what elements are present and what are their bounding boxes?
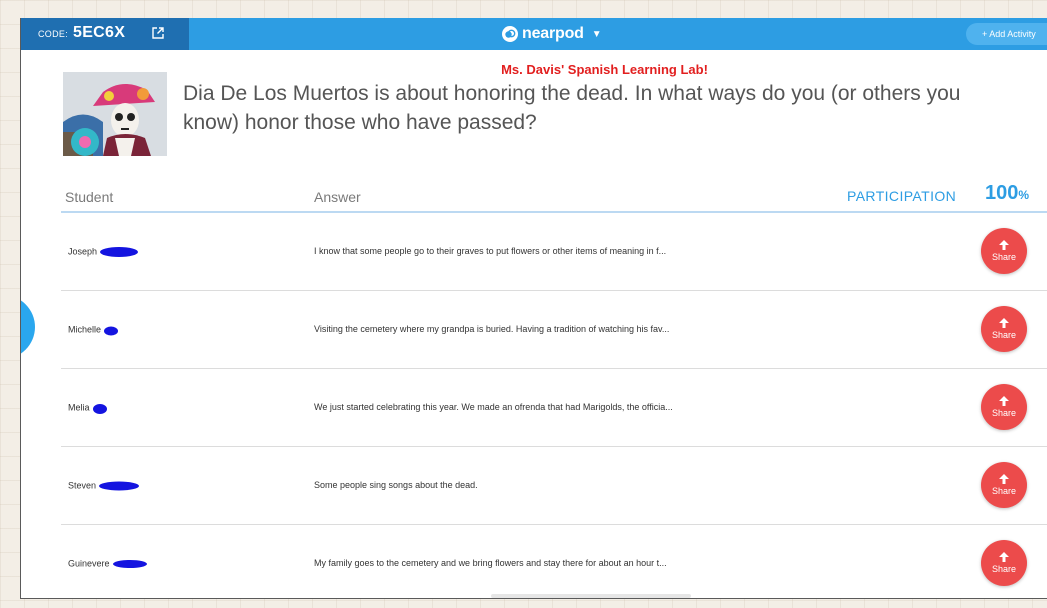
add-activity-button[interactable]: + Add Activity	[966, 23, 1047, 45]
bottom-scroll-handle[interactable]	[491, 594, 691, 598]
student-name: Guinevere	[68, 558, 110, 569]
answer-text: I know that some people go to their grav…	[314, 246, 667, 256]
share-button[interactable]: Share	[981, 462, 1027, 508]
student-name: Steven	[68, 480, 97, 491]
table-row: Melia We just started celebrating this y…	[61, 369, 1047, 447]
arrow-up-icon	[999, 240, 1009, 250]
lab-title: Ms. Davis' Spanish Learning Lab!	[501, 62, 708, 77]
redaction-scribble	[104, 326, 119, 336]
arrow-up-icon	[999, 318, 1009, 328]
answer-column-header: Answer	[314, 189, 361, 205]
table-row: Michelle Visiting the cemetery where my …	[61, 291, 1047, 369]
share-label: Share	[991, 252, 1017, 262]
nearpod-report-window: CODE: 5EC6X nearpod ▼ + Add Activity Ms.…	[20, 18, 1047, 599]
table-row: Joseph I know that some people go to the…	[61, 213, 1047, 291]
side-panel-tab[interactable]	[21, 295, 35, 359]
share-label: Share	[991, 564, 1017, 574]
share-label: Share	[991, 486, 1017, 496]
arrow-up-icon	[999, 474, 1009, 484]
answer-text: We just started celebrating this year. W…	[314, 402, 673, 412]
student-name-cell: Joseph	[68, 246, 139, 258]
answer-text: My family goes to the cemetery and we br…	[314, 558, 667, 568]
answer-text: Some people sing songs about the dead.	[314, 480, 478, 490]
student-name-cell: Guinevere	[68, 558, 148, 570]
arrow-up-icon	[999, 552, 1009, 562]
code-label: CODE:	[38, 29, 69, 39]
code-value: 5EC6X	[73, 24, 126, 41]
share-label: Share	[991, 330, 1017, 340]
external-link-icon[interactable]	[151, 26, 165, 40]
question-text: Dia De Los Muertos is about honoring the…	[183, 82, 961, 134]
student-name-cell: Steven	[68, 480, 140, 492]
participation-value: 100%	[985, 182, 1029, 205]
logo-text: nearpod	[522, 25, 584, 42]
student-name-cell: Michelle	[68, 324, 119, 336]
share-label: Share	[991, 408, 1017, 418]
top-bar: CODE: 5EC6X nearpod ▼ + Add Activity	[21, 18, 1047, 50]
redaction-scribble	[92, 404, 107, 414]
student-name: Joseph	[68, 246, 98, 257]
student-name-cell: Melia	[68, 402, 108, 414]
redaction-scribble	[99, 481, 140, 491]
arrow-up-icon	[999, 396, 1009, 406]
participation-number: 100	[985, 182, 1019, 204]
session-code-box[interactable]: CODE: 5EC6X	[21, 18, 189, 50]
question-thumbnail-image	[63, 72, 167, 156]
participation-unit: %	[1018, 188, 1030, 202]
student-name: Melia	[68, 402, 90, 413]
participation-label: PARTICIPATION	[847, 188, 957, 204]
share-button[interactable]: Share	[981, 384, 1027, 430]
share-button[interactable]: Share	[981, 228, 1027, 274]
nearpod-logo-icon	[502, 26, 518, 42]
share-button[interactable]: Share	[981, 540, 1027, 586]
student-name: Michelle	[68, 324, 102, 335]
nearpod-logo-menu[interactable]: nearpod ▼	[501, 24, 602, 44]
redaction-scribble	[100, 247, 139, 257]
table-row: Steven Some people sing songs about the …	[61, 447, 1047, 525]
student-column-header: Student	[65, 189, 114, 205]
table-row: Guinevere My family goes to the cemetery…	[61, 525, 1047, 598]
share-button[interactable]: Share	[981, 306, 1027, 352]
chevron-down-icon: ▼	[591, 28, 602, 40]
redaction-scribble	[112, 560, 147, 568]
answer-text: Visiting the cemetery where my grandpa i…	[314, 324, 670, 334]
